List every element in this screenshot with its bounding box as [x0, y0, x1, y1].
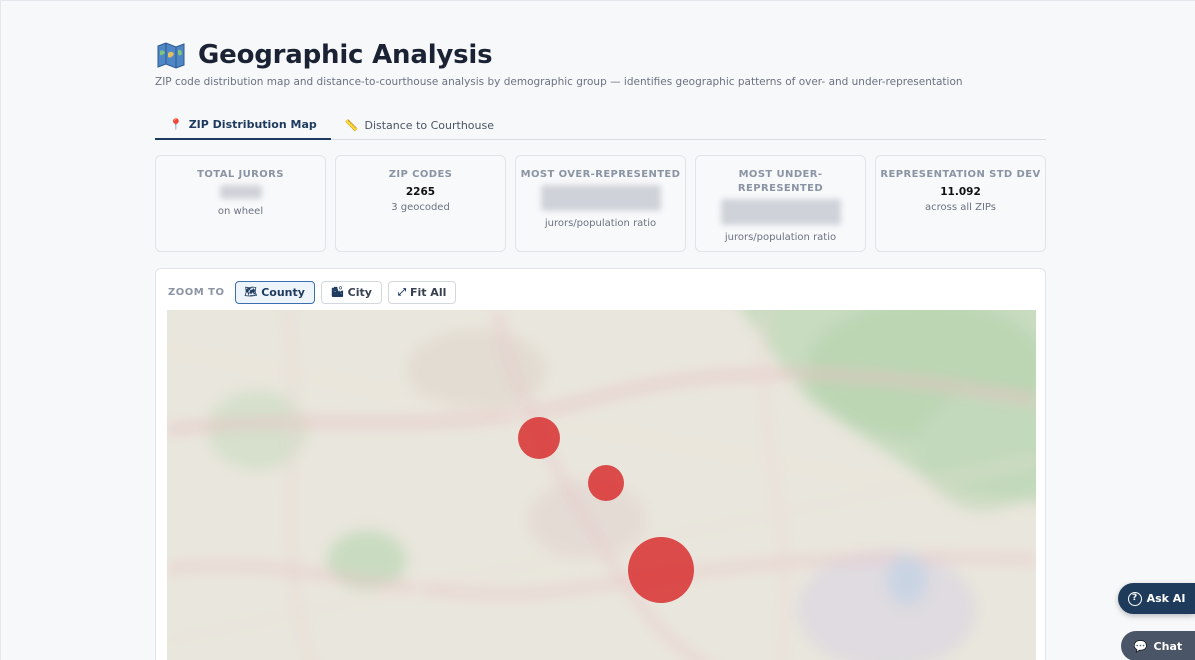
- ask-ai-label: Ask AI: [1146, 592, 1186, 605]
- stat-label: REPRESENTATION STD DEV: [880, 169, 1041, 180]
- zoom-county-button[interactable]: 🗺 County: [234, 281, 315, 304]
- tab-bar: 📍 ZIP Distribution Map 📏 Distance to Cou…: [155, 111, 1046, 140]
- tab-zip-distribution-map[interactable]: 📍 ZIP Distribution Map: [155, 111, 331, 140]
- title-row: Geographic Analysis: [156, 40, 493, 70]
- tab-distance-to-courthouse[interactable]: 📏 Distance to Courthouse: [331, 111, 508, 140]
- stat-sub: jurors/population ratio: [544, 218, 657, 229]
- page-title: Geographic Analysis: [198, 40, 493, 70]
- zip-distribution-map[interactable]: [167, 310, 1036, 660]
- stat-sub: jurors/population ratio: [724, 232, 837, 243]
- stat-label: TOTAL JURORS: [197, 169, 284, 180]
- zip-marker-2[interactable]: [588, 465, 624, 501]
- stat-sub: 3 geocoded: [391, 202, 450, 213]
- tab-label: Distance to Courthouse: [364, 119, 494, 132]
- chat-bubble-icon: 💬: [1133, 639, 1148, 653]
- zoom-button-label: Fit All: [409, 286, 447, 299]
- stat-value-redacted: [516, 185, 685, 215]
- map-panel: ZOOM TO 🗺 County 🏙 City ⤢ Fit All: [155, 268, 1046, 660]
- stat-card-most-over-represented: MOST OVER-REPRESENTED jurors/population …: [515, 155, 686, 252]
- city-icon: 🏙: [330, 287, 344, 298]
- stat-card-total-jurors: TOTAL JURORS on wheel: [155, 155, 326, 252]
- stat-label: MOST UNDER-REPRESENTED: [737, 169, 824, 194]
- tab-label: ZIP Distribution Map: [188, 118, 317, 131]
- map-canvas[interactable]: [167, 310, 1036, 660]
- stats-cards: TOTAL JURORS on wheel ZIP CODES 2265 3 g…: [155, 155, 1046, 252]
- stat-card-representation-std-dev: REPRESENTATION STD DEV 11.092 across all…: [875, 155, 1046, 252]
- stat-sub: across all ZIPs: [925, 202, 996, 213]
- pin-icon: 📍: [169, 118, 183, 131]
- zoom-controls: ZOOM TO 🗺 County 🏙 City ⤢ Fit All: [168, 281, 457, 304]
- zip-marker-1[interactable]: [518, 417, 560, 459]
- stat-value-redacted: [156, 185, 325, 203]
- county-icon: 🗺: [244, 287, 258, 298]
- ruler-icon: 📏: [344, 119, 359, 132]
- stat-value: 11.092: [940, 186, 981, 198]
- stat-label: ZIP CODES: [388, 169, 453, 180]
- stat-value: 2265: [405, 186, 436, 198]
- zip-marker-3[interactable]: [628, 537, 694, 603]
- stat-value-redacted: [696, 199, 865, 229]
- zoom-button-label: City: [347, 286, 372, 299]
- stat-sub: on wheel: [217, 206, 264, 217]
- expand-icon: ⤢: [397, 287, 406, 298]
- zoom-city-button[interactable]: 🏙 City: [320, 281, 382, 304]
- zoom-fit-all-button[interactable]: ⤢ Fit All: [387, 281, 457, 304]
- stat-card-most-under-represented: MOST UNDER-REPRESENTED jurors/population…: [695, 155, 866, 252]
- zoom-label: ZOOM TO: [168, 287, 225, 298]
- page-header: Geographic Analysis: [156, 40, 493, 70]
- zoom-button-label: County: [261, 286, 305, 299]
- chat-label: Chat: [1153, 639, 1183, 653]
- help-circle-icon: ?: [1127, 591, 1142, 606]
- page-subtitle: ZIP code distribution map and distance-t…: [155, 76, 963, 88]
- ask-ai-button[interactable]: ? Ask AI: [1118, 583, 1195, 614]
- chat-button[interactable]: 💬 Chat: [1121, 631, 1195, 660]
- stat-label: MOST OVER-REPRESENTED: [520, 169, 681, 180]
- stat-card-zip-codes: ZIP CODES 2265 3 geocoded: [335, 155, 506, 252]
- map-icon: [156, 41, 186, 69]
